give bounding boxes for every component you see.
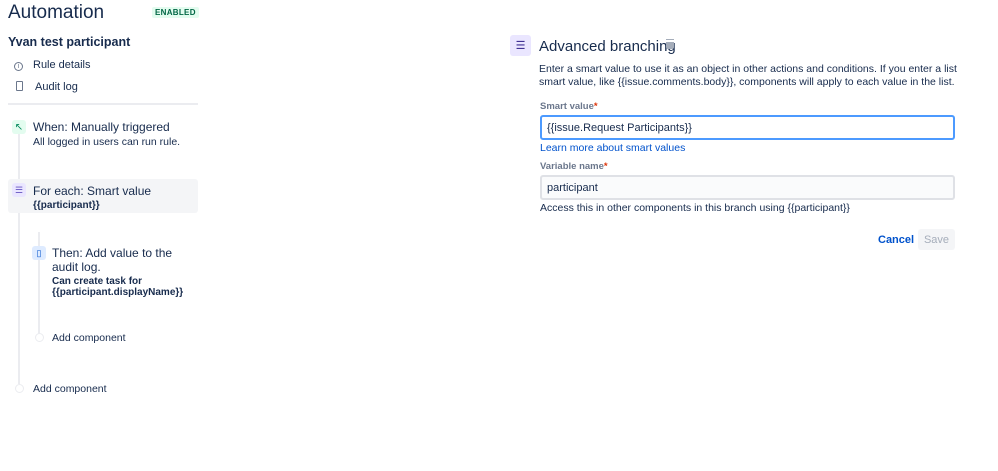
branch-list-icon: ☰	[510, 35, 531, 56]
manual-trigger-icon: ↖	[12, 120, 26, 134]
branch-value: {{participant}}	[33, 200, 100, 211]
variable-name-label: Variable name*	[540, 161, 608, 172]
page-title: Automation	[8, 2, 105, 23]
sidebar-item-label: Rule details	[33, 59, 91, 71]
save-button[interactable]: Save	[918, 229, 955, 250]
trigger-step[interactable]: When: Manually triggered All logged in u…	[33, 120, 180, 148]
action-step[interactable]: Then: Add value to the audit log. Can cr…	[52, 246, 183, 298]
info-icon: i	[14, 62, 23, 71]
action-detail: Can create task for	[52, 276, 143, 287]
trigger-subtitle: All logged in users can run rule.	[33, 136, 181, 148]
cancel-button[interactable]: Cancel	[878, 234, 914, 246]
panel-title: Advanced branching	[539, 38, 676, 55]
flow-line	[18, 134, 20, 384]
sidebar-item-rule-details[interactable]: i Rule details	[14, 59, 90, 71]
learn-more-link[interactable]: Learn more about smart values	[540, 142, 685, 154]
sidebar-item-label: Audit log	[35, 81, 78, 93]
trigger-title: When: Manually triggered	[33, 120, 170, 134]
divider	[8, 103, 198, 105]
panel-description: Enter a smart value to use it as an obje…	[539, 63, 957, 88]
action-detail: {{participant.displayName}}	[52, 287, 184, 298]
branch-list-icon: ☰	[12, 183, 26, 197]
sidebar-item-audit-log[interactable]: Audit log	[14, 81, 78, 93]
branch-title: For each: Smart value	[33, 184, 152, 198]
add-component-dot	[15, 384, 24, 393]
action-title: Then: Add value to the	[52, 246, 173, 260]
audit-log-icon: ▯	[32, 246, 46, 260]
smart-value-input[interactable]: {{issue.Request Participants}}	[540, 115, 955, 140]
audit-log-icon	[16, 81, 23, 91]
rule-name: Yvan test participant	[8, 35, 131, 49]
add-component-dot	[35, 333, 44, 342]
trash-icon[interactable]	[666, 40, 674, 49]
smart-value-label: Smart value*	[540, 101, 598, 112]
variable-name-input[interactable]: participant	[540, 175, 955, 200]
action-title: audit log.	[52, 260, 101, 274]
add-component-outer-button[interactable]: Add component	[33, 383, 107, 395]
status-badge: ENABLED	[152, 7, 199, 18]
variable-help-text: Access this in other components in this …	[540, 202, 850, 214]
add-component-inner-button[interactable]: Add component	[52, 332, 126, 344]
